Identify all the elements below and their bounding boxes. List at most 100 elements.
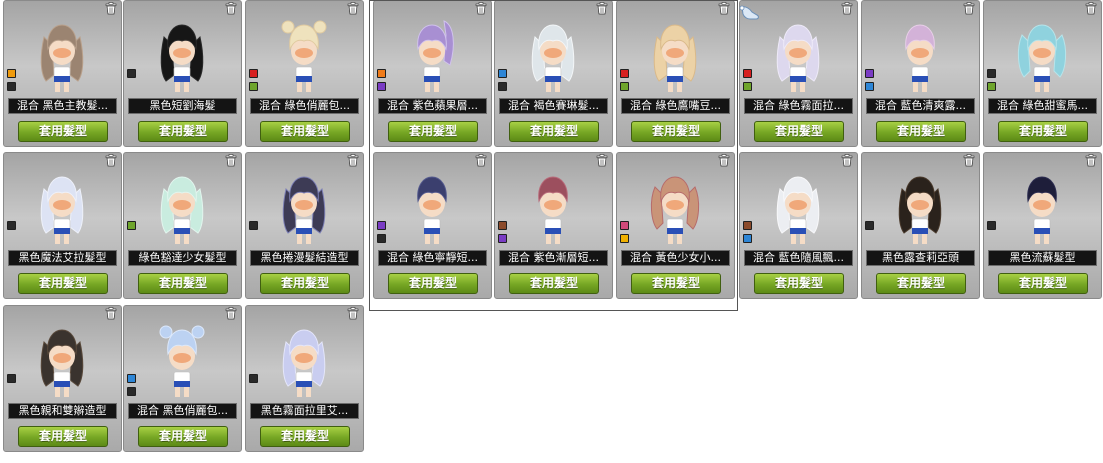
hairstyle-card[interactable]: 黑色親和雙辮造型 套用髮型 [3, 305, 122, 452]
trash-icon[interactable] [963, 2, 975, 15]
trash-icon[interactable] [1085, 2, 1097, 15]
hairstyle-card[interactable]: 黑色流蘇髮型 套用髮型 [983, 152, 1102, 299]
apply-hairstyle-button[interactable]: 套用髮型 [631, 121, 721, 142]
apply-hairstyle-button[interactable]: 套用髮型 [388, 121, 478, 142]
color-swatch[interactable] [743, 234, 752, 243]
trash-icon[interactable] [225, 2, 237, 15]
trash-icon[interactable] [225, 307, 237, 320]
color-swatch[interactable] [865, 82, 874, 91]
trash-icon[interactable] [841, 2, 853, 15]
color-swatch[interactable] [743, 69, 752, 78]
color-swatch[interactable] [498, 82, 507, 91]
apply-hairstyle-button[interactable]: 套用髮型 [631, 273, 721, 294]
color-swatch[interactable] [127, 374, 136, 383]
hairstyle-card[interactable]: 黑色短劉海髮 套用髮型 [123, 0, 242, 147]
color-swatch[interactable] [249, 374, 258, 383]
apply-hairstyle-button[interactable]: 套用髮型 [998, 121, 1088, 142]
apply-hairstyle-button[interactable]: 套用髮型 [260, 273, 350, 294]
color-swatch[interactable] [498, 69, 507, 78]
color-swatch[interactable] [987, 82, 996, 91]
hairstyle-card[interactable]: 混合 黃色少女小... 套用髮型 [616, 152, 735, 299]
color-swatch[interactable] [987, 69, 996, 78]
color-swatch[interactable] [498, 234, 507, 243]
color-swatches [377, 221, 387, 247]
trash-icon[interactable] [105, 307, 117, 320]
apply-hairstyle-button[interactable]: 套用髮型 [138, 426, 228, 447]
color-swatch[interactable] [743, 221, 752, 230]
trash-icon[interactable] [105, 154, 117, 167]
color-swatch[interactable] [7, 221, 16, 230]
hairstyle-card[interactable]: 混合 藍色隨風飄... 套用髮型 [739, 152, 858, 299]
hairstyle-card[interactable]: 黑色捲漫髮結造型 套用髮型 [245, 152, 364, 299]
apply-hairstyle-button[interactable]: 套用髮型 [18, 121, 108, 142]
trash-icon[interactable] [963, 154, 975, 167]
color-swatch[interactable] [377, 69, 386, 78]
apply-hairstyle-button[interactable]: 套用髮型 [138, 121, 228, 142]
color-swatch[interactable] [249, 221, 258, 230]
hairstyle-card[interactable]: 混合 褐色賽琳髮... 套用髮型 [494, 0, 613, 147]
hairstyle-card[interactable]: 混合 綠色甜蜜馬... 套用髮型 [983, 0, 1102, 147]
trash-icon[interactable] [1085, 154, 1097, 167]
hairstyle-card[interactable]: 混合 綠色俏麗包... 套用髮型 [245, 0, 364, 147]
color-swatch[interactable] [865, 69, 874, 78]
apply-hairstyle-button[interactable]: 套用髮型 [876, 273, 966, 294]
trash-icon[interactable] [225, 154, 237, 167]
hairstyle-card[interactable]: 混合 綠色鷹嘴豆... 套用髮型 [616, 0, 735, 147]
hairstyle-card[interactable]: 混合 紫色漸層短... 套用髮型 [494, 152, 613, 299]
apply-hairstyle-button[interactable]: 套用髮型 [388, 273, 478, 294]
trash-icon[interactable] [718, 2, 730, 15]
hairstyle-card[interactable]: 黑色霧面拉里艾... 套用髮型 [245, 305, 364, 452]
color-swatch[interactable] [620, 234, 629, 243]
apply-hairstyle-button[interactable]: 套用髮型 [260, 426, 350, 447]
trash-icon[interactable] [596, 2, 608, 15]
color-swatch[interactable] [498, 221, 507, 230]
trash-icon[interactable] [105, 2, 117, 15]
trash-icon[interactable] [347, 307, 359, 320]
color-swatch[interactable] [127, 69, 136, 78]
apply-hairstyle-button[interactable]: 套用髮型 [18, 273, 108, 294]
hairstyle-card[interactable]: 混合 黑色主教髮... 套用髮型 [3, 0, 122, 147]
apply-hairstyle-button[interactable]: 套用髮型 [509, 121, 599, 142]
apply-hairstyle-button[interactable]: 套用髮型 [260, 121, 350, 142]
color-swatch[interactable] [127, 221, 136, 230]
trash-icon[interactable] [718, 154, 730, 167]
apply-hairstyle-button[interactable]: 套用髮型 [754, 273, 844, 294]
hairstyle-card[interactable]: 綠色豁達少女髮型 套用髮型 [123, 152, 242, 299]
trash-icon[interactable] [841, 154, 853, 167]
hairstyle-card[interactable]: 黑色露查莉亞頭 套用髮型 [861, 152, 980, 299]
apply-hairstyle-button[interactable]: 套用髮型 [998, 273, 1088, 294]
color-swatch[interactable] [620, 221, 629, 230]
apply-hairstyle-button[interactable]: 套用髮型 [754, 121, 844, 142]
trash-icon[interactable] [347, 154, 359, 167]
hairstyle-card[interactable]: 混合 黑色俏麗包... 套用髮型 [123, 305, 242, 452]
hairstyle-preview-avatar [282, 176, 326, 244]
apply-hairstyle-button[interactable]: 套用髮型 [509, 273, 599, 294]
color-swatch[interactable] [377, 234, 386, 243]
color-swatch[interactable] [7, 69, 16, 78]
apply-hairstyle-button[interactable]: 套用髮型 [18, 426, 108, 447]
apply-hairstyle-button[interactable]: 套用髮型 [138, 273, 228, 294]
color-swatch[interactable] [127, 387, 136, 396]
color-swatch[interactable] [620, 69, 629, 78]
apply-hairstyle-button[interactable]: 套用髮型 [876, 121, 966, 142]
hairstyle-preview-avatar [898, 176, 942, 244]
trash-icon[interactable] [475, 154, 487, 167]
hairstyle-preview-avatar [653, 24, 697, 92]
color-swatch[interactable] [7, 82, 16, 91]
hairstyle-card[interactable]: 黑色魔法艾拉髮型 套用髮型 [3, 152, 122, 299]
trash-icon[interactable] [596, 154, 608, 167]
color-swatch[interactable] [7, 374, 16, 383]
color-swatch[interactable] [377, 82, 386, 91]
color-swatch[interactable] [249, 69, 258, 78]
hairstyle-card[interactable]: 混合 紫色蘋果層... 套用髮型 [373, 0, 492, 147]
color-swatch[interactable] [865, 221, 874, 230]
color-swatch[interactable] [249, 82, 258, 91]
color-swatch[interactable] [620, 82, 629, 91]
color-swatch[interactable] [743, 82, 752, 91]
trash-icon[interactable] [475, 2, 487, 15]
color-swatch[interactable] [987, 221, 996, 230]
hairstyle-card[interactable]: 混合 藍色清爽露... 套用髮型 [861, 0, 980, 147]
trash-icon[interactable] [347, 2, 359, 15]
hairstyle-card[interactable]: 混合 綠色寧靜短... 套用髮型 [373, 152, 492, 299]
color-swatch[interactable] [377, 221, 386, 230]
